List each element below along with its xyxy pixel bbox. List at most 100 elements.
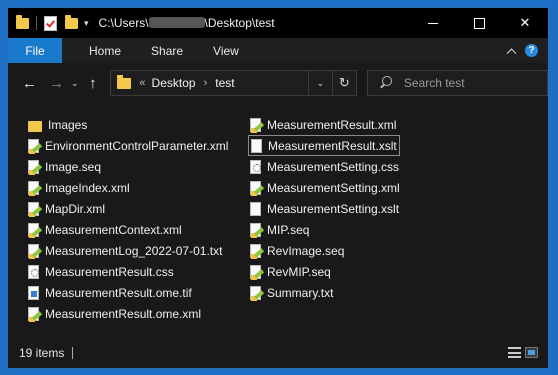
search-box[interactable]: Search test bbox=[366, 70, 549, 96]
file-item[interactable]: MeasurementResult.ome.xml bbox=[26, 303, 228, 324]
view-buttons bbox=[508, 347, 538, 358]
file-name: MapDir.xml bbox=[45, 201, 106, 216]
search-placeholder: Search test bbox=[403, 76, 465, 90]
image-file-icon bbox=[28, 285, 39, 300]
close-icon: ✕ bbox=[519, 15, 531, 30]
file-name: MeasurementSetting.xml bbox=[267, 180, 400, 195]
quick-access-toolbar: ▾ bbox=[8, 14, 89, 31]
file-item[interactable]: MeasurementSetting.xslt bbox=[248, 198, 400, 219]
maximize-button[interactable] bbox=[456, 8, 502, 38]
chevron-down-icon: ⌄ bbox=[70, 77, 79, 88]
large-icons-view-icon[interactable] bbox=[525, 347, 538, 358]
address-bar[interactable]: « Desktop › test bbox=[110, 70, 309, 96]
xml-file-icon bbox=[250, 180, 261, 196]
file-item[interactable]: EnvironmentControlParameter.xml bbox=[26, 135, 228, 156]
divider bbox=[72, 346, 74, 359]
file-column-2: MeasurementResult.xml MeasurementResult.x… bbox=[248, 114, 400, 303]
breadcrumb-desktop[interactable]: Desktop bbox=[152, 76, 196, 90]
properties-icon[interactable] bbox=[44, 15, 57, 31]
redacted-username bbox=[148, 17, 205, 28]
file-list[interactable]: Images EnvironmentControlParameter.xml Ima… bbox=[8, 103, 548, 337]
navigation-bar: ← → ⌄ ↑ « Desktop › test ⌄ ↻ Search test bbox=[8, 63, 549, 103]
folder-icon bbox=[16, 14, 29, 29]
xml-file-icon bbox=[28, 222, 39, 238]
file-item[interactable]: Image.seq bbox=[26, 156, 228, 177]
xml-file-icon bbox=[28, 306, 39, 322]
search-icon bbox=[378, 75, 394, 91]
blank-file-icon bbox=[250, 201, 261, 216]
file-item[interactable]: MeasurementSetting.xml bbox=[248, 177, 400, 198]
breadcrumb-test[interactable]: test bbox=[215, 76, 234, 90]
file-name: RevMIP.seq bbox=[267, 264, 331, 279]
address-dropdown-button[interactable]: ⌄ bbox=[308, 70, 333, 96]
forward-button[interactable]: → bbox=[45, 71, 68, 95]
folder-icon bbox=[28, 120, 42, 132]
file-name: EnvironmentControlParameter.xml bbox=[45, 138, 229, 153]
chevron-down-icon: ⌄ bbox=[316, 77, 325, 88]
file-item[interactable]: RevMIP.seq bbox=[248, 261, 400, 282]
file-name: Images bbox=[48, 117, 88, 132]
breadcrumb-separator[interactable]: › bbox=[204, 77, 208, 89]
minimize-icon bbox=[428, 22, 438, 24]
file-name: MeasurementResult.ome.tif bbox=[45, 285, 192, 300]
details-view-icon[interactable] bbox=[508, 347, 521, 358]
file-name: MeasurementResult.xml bbox=[267, 117, 397, 132]
tab-view[interactable]: View bbox=[198, 44, 254, 58]
file-item[interactable]: MapDir.xml bbox=[26, 198, 228, 219]
xml-file-icon bbox=[250, 264, 261, 280]
file-item[interactable]: Images bbox=[26, 114, 228, 135]
minimize-button[interactable] bbox=[410, 8, 456, 38]
refresh-icon: ↻ bbox=[338, 75, 350, 90]
xml-file-icon bbox=[250, 117, 261, 133]
file-name: MeasurementLog_2022-07-01.txt bbox=[45, 243, 223, 258]
file-name: Summary.txt bbox=[267, 285, 334, 300]
title-path-prefix: C:\Users\ bbox=[98, 16, 149, 30]
file-item[interactable]: MeasurementLog_2022-07-01.txt bbox=[26, 240, 228, 261]
file-name: MeasurementContext.xml bbox=[45, 222, 182, 237]
file-name: MeasurementResult.ome.xml bbox=[45, 306, 202, 321]
title-path-suffix: \Desktop\test bbox=[204, 16, 275, 30]
window-title: C:\Users\ \Desktop\test bbox=[99, 16, 275, 30]
file-name: Image.seq bbox=[45, 159, 102, 174]
tab-file[interactable]: File bbox=[8, 38, 62, 63]
close-button[interactable]: ✕ bbox=[502, 8, 548, 38]
recent-locations-button[interactable]: ⌄ bbox=[68, 78, 81, 89]
file-item[interactable]: Summary.txt bbox=[248, 282, 400, 303]
xml-file-icon bbox=[28, 201, 39, 217]
breadcrumb-overflow-icon[interactable]: « bbox=[139, 77, 145, 89]
forward-arrow-icon: → bbox=[49, 74, 64, 92]
up-arrow-icon: ↑ bbox=[89, 74, 97, 92]
file-item[interactable]: MeasurementContext.xml bbox=[26, 219, 228, 240]
file-item[interactable]: MeasurementResult.xslt bbox=[248, 135, 400, 156]
tab-home[interactable]: Home bbox=[74, 44, 136, 58]
status-bar: 19 items bbox=[8, 337, 548, 368]
file-item[interactable]: ImageIndex.xml bbox=[26, 177, 228, 198]
new-folder-icon[interactable] bbox=[65, 14, 78, 29]
help-icon[interactable]: ? bbox=[525, 44, 538, 57]
file-item[interactable]: MeasurementResult.xml bbox=[248, 114, 400, 135]
xml-file-icon bbox=[250, 243, 261, 259]
xml-file-icon bbox=[28, 243, 39, 259]
tab-share[interactable]: Share bbox=[136, 44, 198, 58]
css-file-icon bbox=[250, 159, 261, 174]
expand-ribbon-icon[interactable] bbox=[506, 48, 517, 59]
customize-toolbar-icon[interactable]: ▾ bbox=[84, 18, 89, 29]
file-item[interactable]: MIP.seq bbox=[248, 219, 400, 240]
back-arrow-icon: ← bbox=[22, 74, 37, 92]
up-button[interactable]: ↑ bbox=[81, 71, 104, 95]
divider bbox=[36, 16, 37, 30]
file-item[interactable]: MeasurementResult.ome.tif bbox=[26, 282, 228, 303]
xml-file-icon bbox=[28, 138, 39, 154]
title-bar[interactable]: ▾ C:\Users\ \Desktop\test ✕ bbox=[8, 8, 548, 38]
xml-file-icon bbox=[28, 159, 39, 175]
file-name: RevImage.seq bbox=[267, 243, 345, 258]
css-file-icon bbox=[28, 264, 39, 279]
file-item[interactable]: MeasurementSetting.css bbox=[248, 156, 400, 177]
file-column-1: Images EnvironmentControlParameter.xml Ima… bbox=[26, 114, 228, 324]
file-item[interactable]: RevImage.seq bbox=[248, 240, 400, 261]
file-item[interactable]: MeasurementResult.css bbox=[26, 261, 228, 282]
folder-icon bbox=[117, 74, 132, 89]
xml-file-icon bbox=[250, 285, 261, 301]
refresh-button[interactable]: ↻ bbox=[332, 70, 357, 96]
back-button[interactable]: ← bbox=[18, 71, 41, 95]
